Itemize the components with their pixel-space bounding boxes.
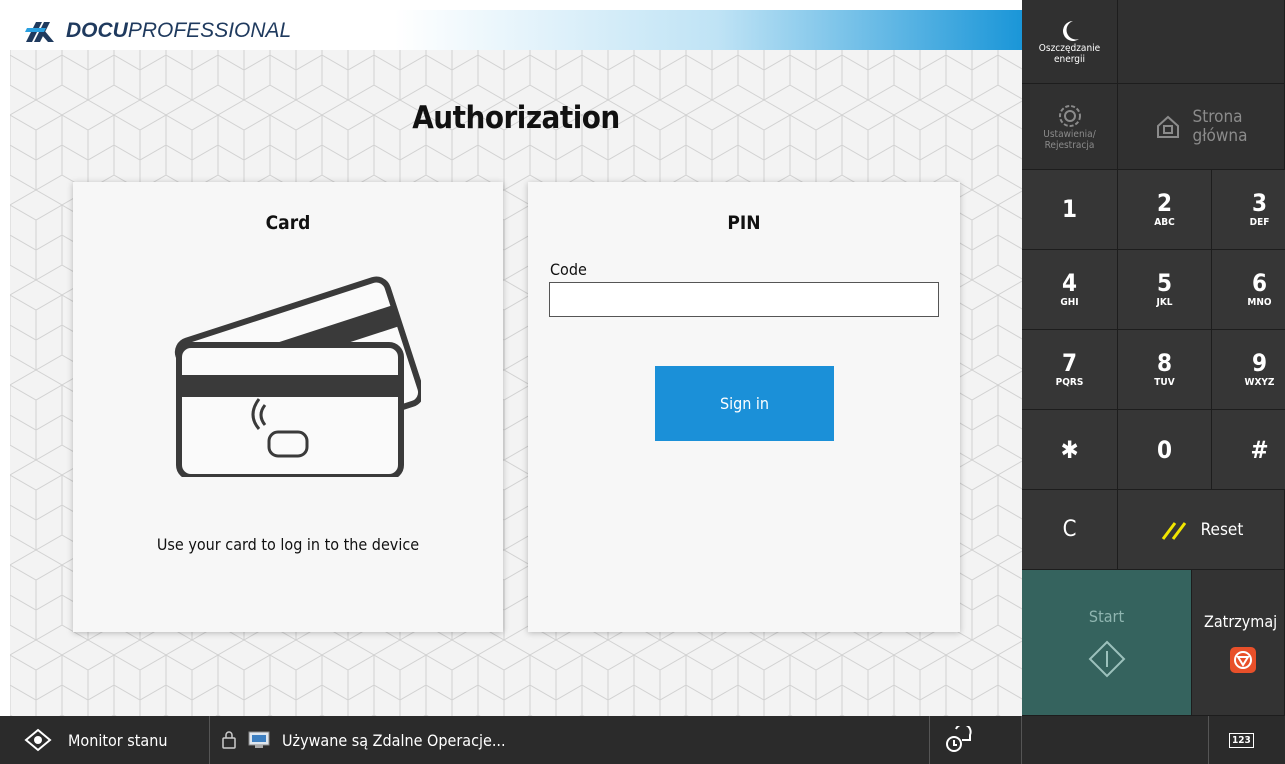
energy-saver-label: Oszczędzanie energii [1039, 43, 1100, 65]
key-2-digit: 2 [1156, 189, 1173, 217]
main-area: DOCUPROFESSIONAL Authorization Card Use … [10, 10, 1022, 716]
device-screen: DOCUPROFESSIONAL Authorization Card Use … [0, 0, 1285, 764]
key-hash[interactable]: # [1212, 410, 1285, 490]
key-7-letters: PQRS [1055, 377, 1084, 388]
key-star[interactable]: ✱ [1022, 410, 1118, 490]
key-0[interactable]: 0 [1118, 410, 1212, 490]
key-2[interactable]: 2 ABC [1118, 170, 1212, 250]
stop-label: Zatrzymaj [1204, 612, 1278, 631]
card-panel-title: Card [265, 212, 311, 234]
energy-saver-button[interactable]: Oszczędzanie energii [1022, 0, 1118, 84]
clear-button[interactable]: C [1022, 490, 1118, 570]
pin-panel-title: PIN [727, 212, 761, 234]
key-0-digit: 0 [1156, 435, 1173, 464]
key-6-digit: 6 [1251, 269, 1268, 297]
brand-name-light: PROFESSIONAL [127, 19, 292, 42]
key-3-letters: DEF [1249, 217, 1270, 228]
key-5-letters: JKL [1156, 297, 1173, 308]
home-label-line1: Strona [1192, 106, 1243, 127]
home-label: Strona główna [1192, 106, 1248, 146]
key-1-digit: 1 [1061, 194, 1078, 223]
moon-icon [1062, 20, 1079, 41]
clear-label: C [1062, 517, 1077, 542]
hardware-keypad-panel: Oszczędzanie energii Ustawienia/Rejestrac… [1022, 0, 1285, 764]
settings-registration-button[interactable]: Ustawienia/Rejestracja [1022, 84, 1118, 170]
status-separator [209, 716, 210, 764]
key-6[interactable]: 6 MNO [1212, 250, 1285, 330]
key-7[interactable]: 7 PQRS [1022, 330, 1118, 410]
keypad-badge: 123 [1229, 732, 1254, 748]
key-4-digit: 4 [1061, 269, 1078, 297]
remote-operation-status: Używane są Zdalne Operacje... [222, 716, 506, 764]
key-5[interactable]: 5 JKL [1118, 250, 1212, 330]
key-3-digit: 3 [1251, 189, 1268, 217]
page-title: Authorization [412, 100, 620, 136]
empty-key-top [1118, 0, 1285, 84]
home-icon [1156, 115, 1179, 138]
home-label-line2: główna [1192, 125, 1248, 146]
remote-computer-icon [248, 731, 270, 748]
key-7-digit: 7 [1061, 349, 1078, 377]
remote-operation-text: Używane są Zdalne Operacje... [282, 730, 506, 750]
settings-label-line1: Ustawienia/ [1043, 128, 1096, 140]
start-label: Start [1088, 607, 1125, 626]
reset-label: Reset [1200, 519, 1244, 540]
code-input[interactable] [549, 282, 939, 317]
key-3[interactable]: 3 DEF [1212, 170, 1285, 250]
card-login-panel: Card Use your card to log in to the devi… [73, 182, 503, 632]
key-9-digit: 9 [1251, 349, 1268, 377]
status-bar: Monitor stanu Używane są Zdalne Operacje… [0, 716, 1285, 764]
remote-session-icon [946, 726, 972, 752]
status-monitor-button[interactable]: Monitor stanu [0, 716, 208, 764]
brand-name-bold: DOCU [66, 19, 128, 42]
status-separator-4 [1208, 716, 1209, 764]
card-instruction: Use your card to log in to the device [156, 535, 420, 554]
key-9[interactable]: 9 WXYZ [1212, 330, 1285, 410]
brand-header: DOCUPROFESSIONAL [10, 10, 1022, 50]
settings-label-line2: Rejestracja [1044, 139, 1095, 151]
keypad-toggle-button[interactable]: 123 [1229, 716, 1254, 764]
status-separator-3 [1021, 716, 1022, 764]
key-4[interactable]: 4 GHI [1022, 250, 1118, 330]
status-monitor-label: Monitor stanu [68, 730, 168, 750]
reset-slash-icon [1161, 521, 1186, 540]
remote-session-button[interactable] [944, 716, 1004, 764]
start-button[interactable]: Start [1022, 570, 1192, 716]
key-6-letters: MNO [1247, 297, 1272, 308]
key-hash-symbol: # [1250, 435, 1269, 464]
stop-icon [1230, 647, 1256, 673]
sign-in-button[interactable]: Sign in [655, 366, 834, 441]
key-8-letters: TUV [1154, 377, 1175, 388]
card-reader-icon [174, 276, 421, 477]
key-8-digit: 8 [1156, 349, 1173, 377]
code-label: Code [550, 260, 587, 279]
key-9-letters: WXYZ [1244, 377, 1275, 388]
status-separator-2 [929, 716, 930, 764]
key-8[interactable]: 8 TUV [1118, 330, 1212, 410]
energy-saver-label-line2: energii [1053, 53, 1085, 65]
settings-gear-icon [1058, 104, 1081, 127]
brand-logo: DOCUPROFESSIONAL [24, 18, 291, 44]
key-1[interactable]: 1 [1022, 170, 1118, 250]
key-5-digit: 5 [1156, 269, 1173, 297]
reset-button[interactable]: Reset [1118, 490, 1285, 570]
docuprofessional-logo-icon [25, 22, 54, 42]
settings-label: Ustawienia/Rejestracja [1043, 129, 1095, 151]
energy-saver-label-line1: Oszczędzanie [1038, 42, 1101, 54]
key-2-letters: ABC [1154, 217, 1175, 228]
key-4-letters: GHI [1060, 297, 1079, 308]
pin-login-panel: PIN Code Sign in [528, 182, 960, 632]
lock-icon [222, 731, 236, 749]
brand-name: DOCUPROFESSIONAL [66, 19, 291, 43]
start-diamond-icon [1088, 640, 1125, 678]
key-star-symbol: ✱ [1060, 435, 1079, 464]
stop-button[interactable]: Zatrzymaj [1192, 570, 1285, 716]
home-button[interactable]: Strona główna [1118, 84, 1285, 170]
status-monitor-icon [24, 728, 52, 752]
